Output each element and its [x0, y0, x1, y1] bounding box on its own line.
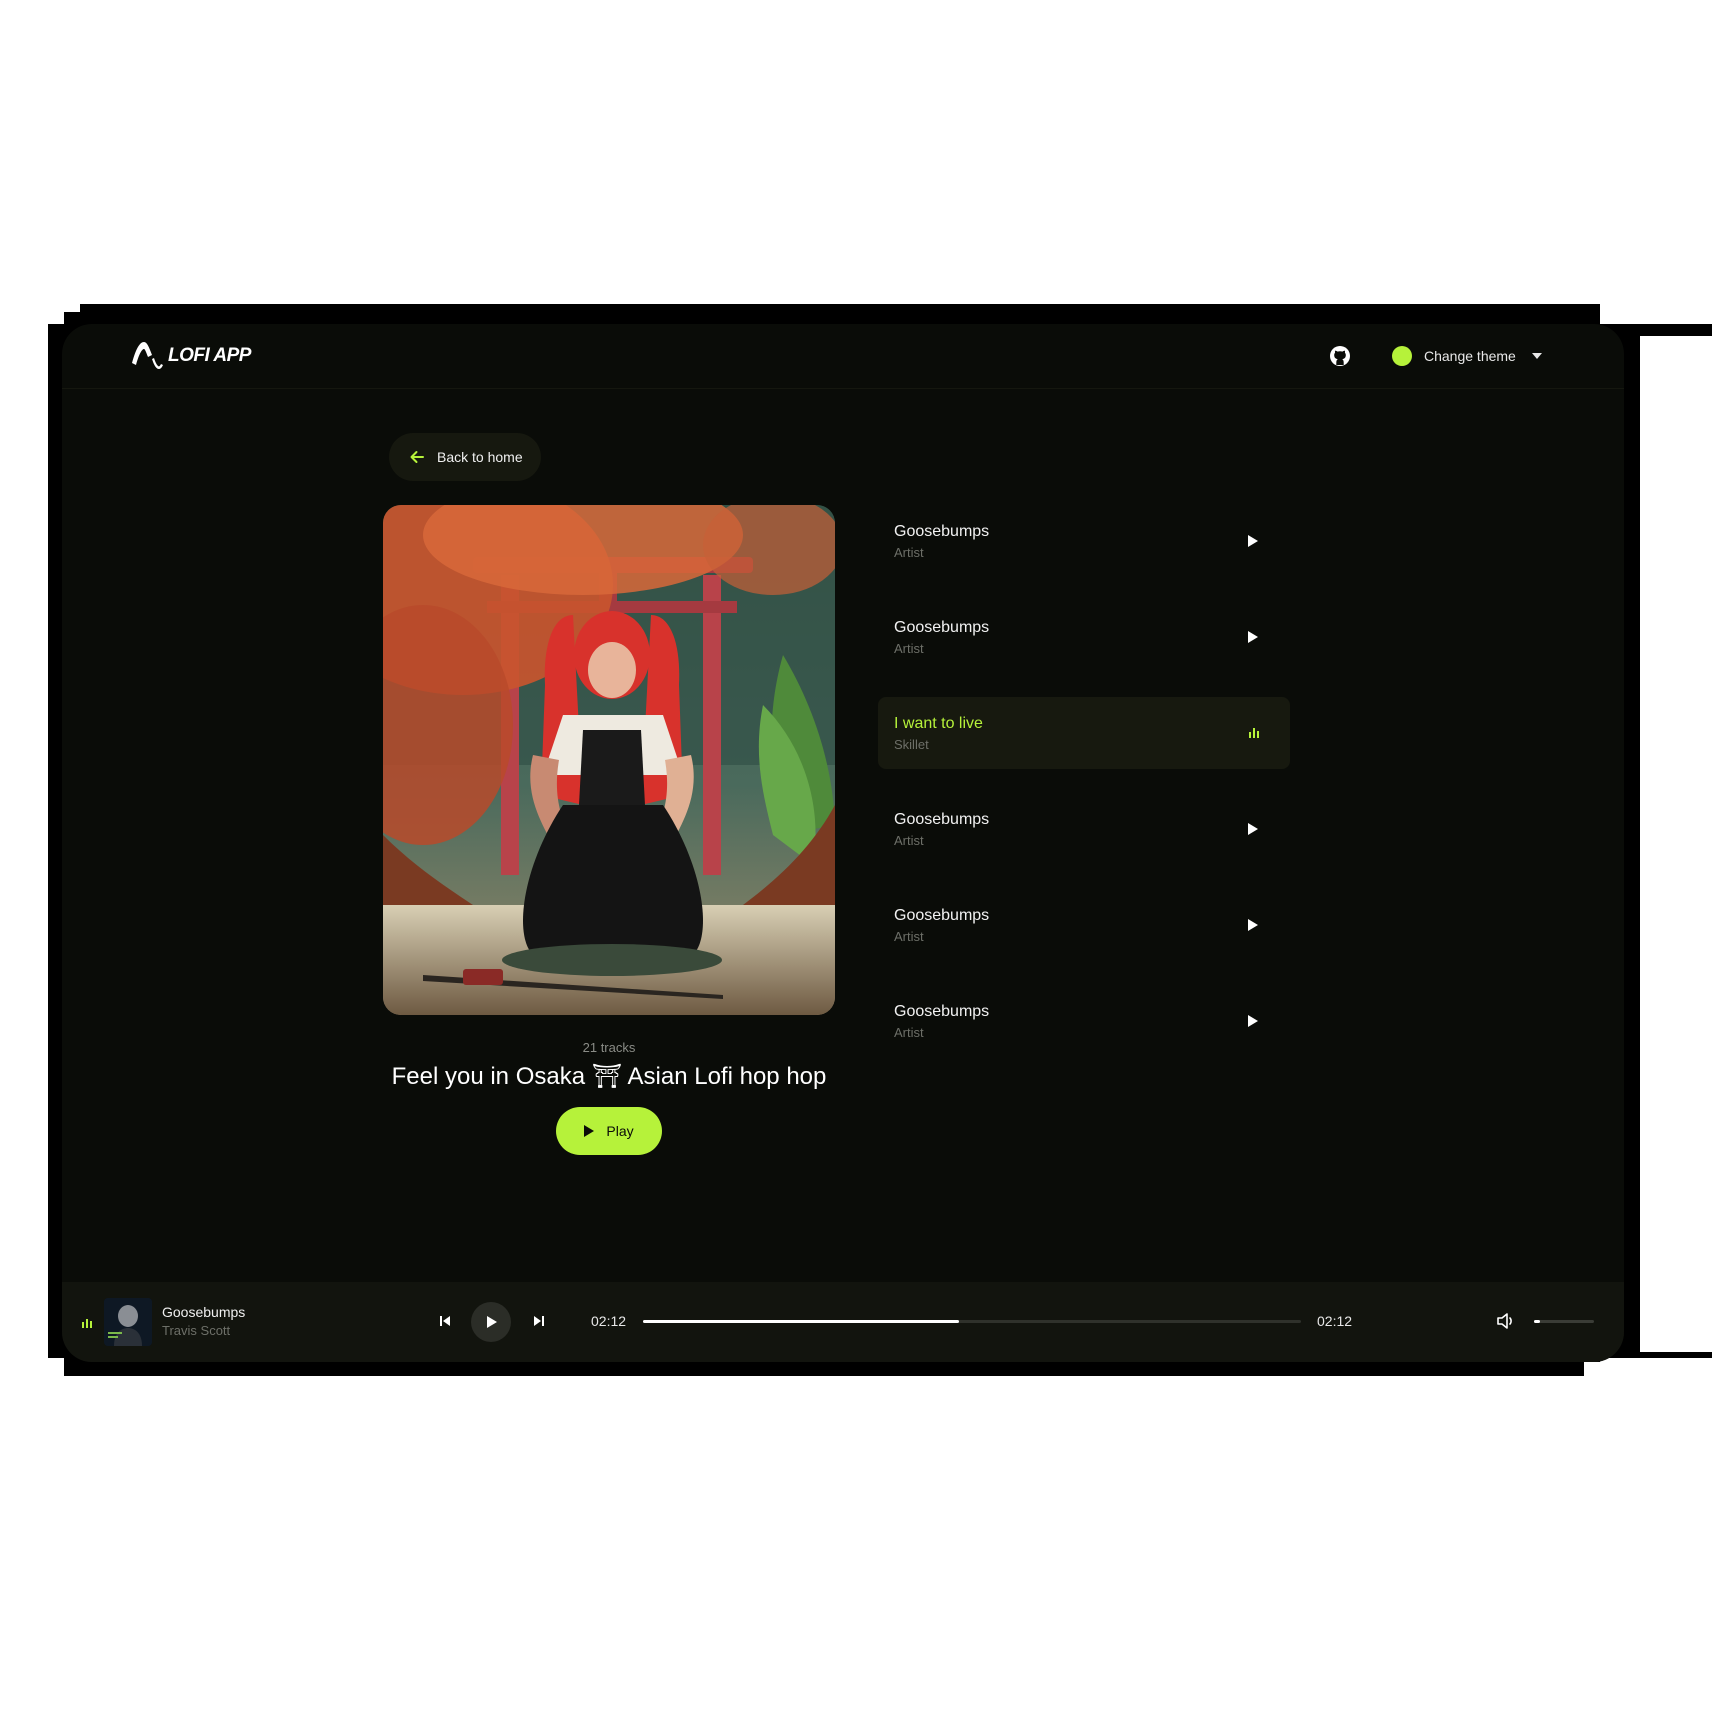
- app-window: LOFI APP Change theme Back to home 21 tr…: [62, 324, 1624, 1362]
- header: LOFI APP Change theme: [62, 324, 1624, 389]
- total-time: 02:12: [1317, 1313, 1353, 1329]
- back-label: Back to home: [437, 449, 523, 465]
- change-theme-dropdown[interactable]: Change theme: [1392, 344, 1542, 368]
- progress-fill: [643, 1320, 959, 1323]
- track-artist: Skillet: [894, 737, 929, 752]
- frame-edge: [1640, 336, 1712, 1352]
- volume-icon[interactable]: [1496, 1312, 1516, 1330]
- previous-track-icon[interactable]: [438, 1314, 452, 1328]
- progress-bar[interactable]: [643, 1320, 1301, 1323]
- track-artist: Artist: [894, 641, 924, 656]
- play-icon: [584, 1125, 595, 1137]
- theme-color-swatch: [1392, 346, 1412, 366]
- track-title: Goosebumps: [894, 907, 990, 924]
- playlist-title: Feel you in Osaka ⛩ Asian Lofi hop hop: [391, 1063, 827, 1090]
- github-icon[interactable]: [1328, 344, 1352, 368]
- volume-fill: [1534, 1320, 1540, 1323]
- logo[interactable]: LOFI APP: [128, 338, 251, 374]
- play-icon[interactable]: [1248, 631, 1258, 643]
- track-item[interactable]: Goosebumps Artist: [878, 505, 1290, 577]
- play-icon: [487, 1316, 497, 1328]
- tracks-count: 21 tracks: [582, 1040, 636, 1055]
- logo-text: LOFI APP: [168, 345, 251, 366]
- play-icon[interactable]: [1248, 1015, 1258, 1027]
- current-time: 02:12: [591, 1313, 627, 1329]
- play-playlist-button[interactable]: Play: [556, 1107, 662, 1155]
- play-label: Play: [606, 1123, 634, 1139]
- track-item[interactable]: Goosebumps Artist: [878, 601, 1290, 673]
- track-item-active[interactable]: I want to live Skillet: [878, 697, 1290, 769]
- equalizer-icon: [1249, 728, 1259, 738]
- track-title: Goosebumps: [894, 1003, 990, 1020]
- chevron-down-icon: [1531, 353, 1542, 359]
- playlist-cover-image: [383, 505, 835, 1015]
- now-playing-artist: Travis Scott: [162, 1323, 231, 1338]
- play-icon[interactable]: [1248, 823, 1258, 835]
- track-title: I want to live: [894, 715, 983, 732]
- player-bar: Goosebumps Travis Scott 02:12 02:12: [62, 1282, 1624, 1362]
- play-pause-button[interactable]: [471, 1302, 511, 1342]
- play-icon[interactable]: [1248, 535, 1258, 547]
- back-to-home-button[interactable]: Back to home: [389, 433, 541, 481]
- logo-icon: [132, 342, 163, 369]
- track-title: Goosebumps: [894, 523, 990, 540]
- arrow-left-icon: [410, 451, 424, 463]
- now-playing-title: Goosebumps: [162, 1304, 246, 1320]
- equalizer-icon: [82, 1319, 92, 1328]
- track-item[interactable]: Goosebumps Artist: [878, 985, 1290, 1057]
- volume-slider[interactable]: [1534, 1320, 1594, 1323]
- track-title: Goosebumps: [894, 619, 990, 636]
- theme-label: Change theme: [1424, 348, 1516, 364]
- track-artist: Artist: [894, 545, 924, 560]
- track-artist: Artist: [894, 1025, 924, 1040]
- track-item[interactable]: Goosebumps Artist: [878, 793, 1290, 865]
- now-playing-thumbnail: [104, 1298, 152, 1346]
- next-track-icon[interactable]: [532, 1314, 546, 1328]
- track-item[interactable]: Goosebumps Artist: [878, 889, 1290, 961]
- track-artist: Artist: [894, 929, 924, 944]
- track-artist: Artist: [894, 833, 924, 848]
- play-icon[interactable]: [1248, 919, 1258, 931]
- track-title: Goosebumps: [894, 811, 990, 828]
